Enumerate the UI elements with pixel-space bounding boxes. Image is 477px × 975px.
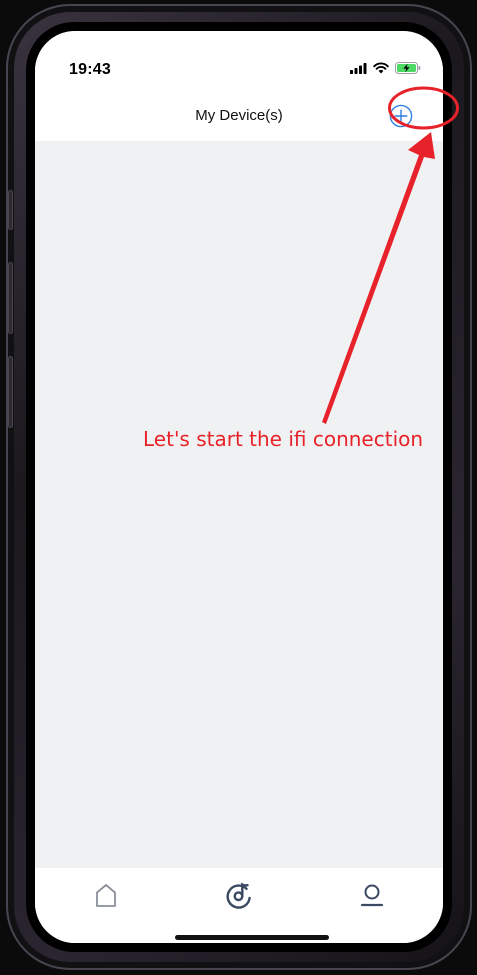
navigation-bar: My Device(s) [35, 89, 443, 141]
tab-profile[interactable] [357, 880, 387, 910]
music-disc-icon [226, 882, 251, 909]
annotation-text: Let's start the ifi connection [143, 427, 424, 451]
side-button-mute [8, 190, 13, 230]
add-device-button[interactable] [389, 104, 413, 128]
status-time: 19:43 [69, 61, 111, 78]
phone-frame: 19:43 My Device(s) [6, 4, 472, 970]
phone-bezel: 19:43 My Device(s) [26, 22, 452, 952]
device-list-area [35, 141, 443, 868]
plus-circle-icon [389, 104, 413, 128]
home-indicator [175, 935, 329, 940]
app-screenshot: 19:43 My Device(s) Let's start the ifi c… [0, 0, 477, 975]
tab-bar [35, 868, 443, 943]
tab-music[interactable] [224, 880, 254, 910]
phone-screen: 19:43 My Device(s) [35, 31, 443, 943]
tab-home[interactable] [91, 880, 121, 910]
wifi-icon [373, 61, 389, 79]
page-title: My Device(s) [195, 107, 283, 124]
cellular-signal-icon [350, 61, 367, 79]
home-icon [96, 884, 116, 907]
side-button-volume-up [8, 262, 13, 334]
battery-charging-icon [395, 61, 421, 79]
side-button-volume-down [8, 356, 13, 428]
profile-icon [360, 884, 384, 907]
status-icons [350, 61, 421, 79]
status-bar: 19:43 [35, 31, 443, 89]
